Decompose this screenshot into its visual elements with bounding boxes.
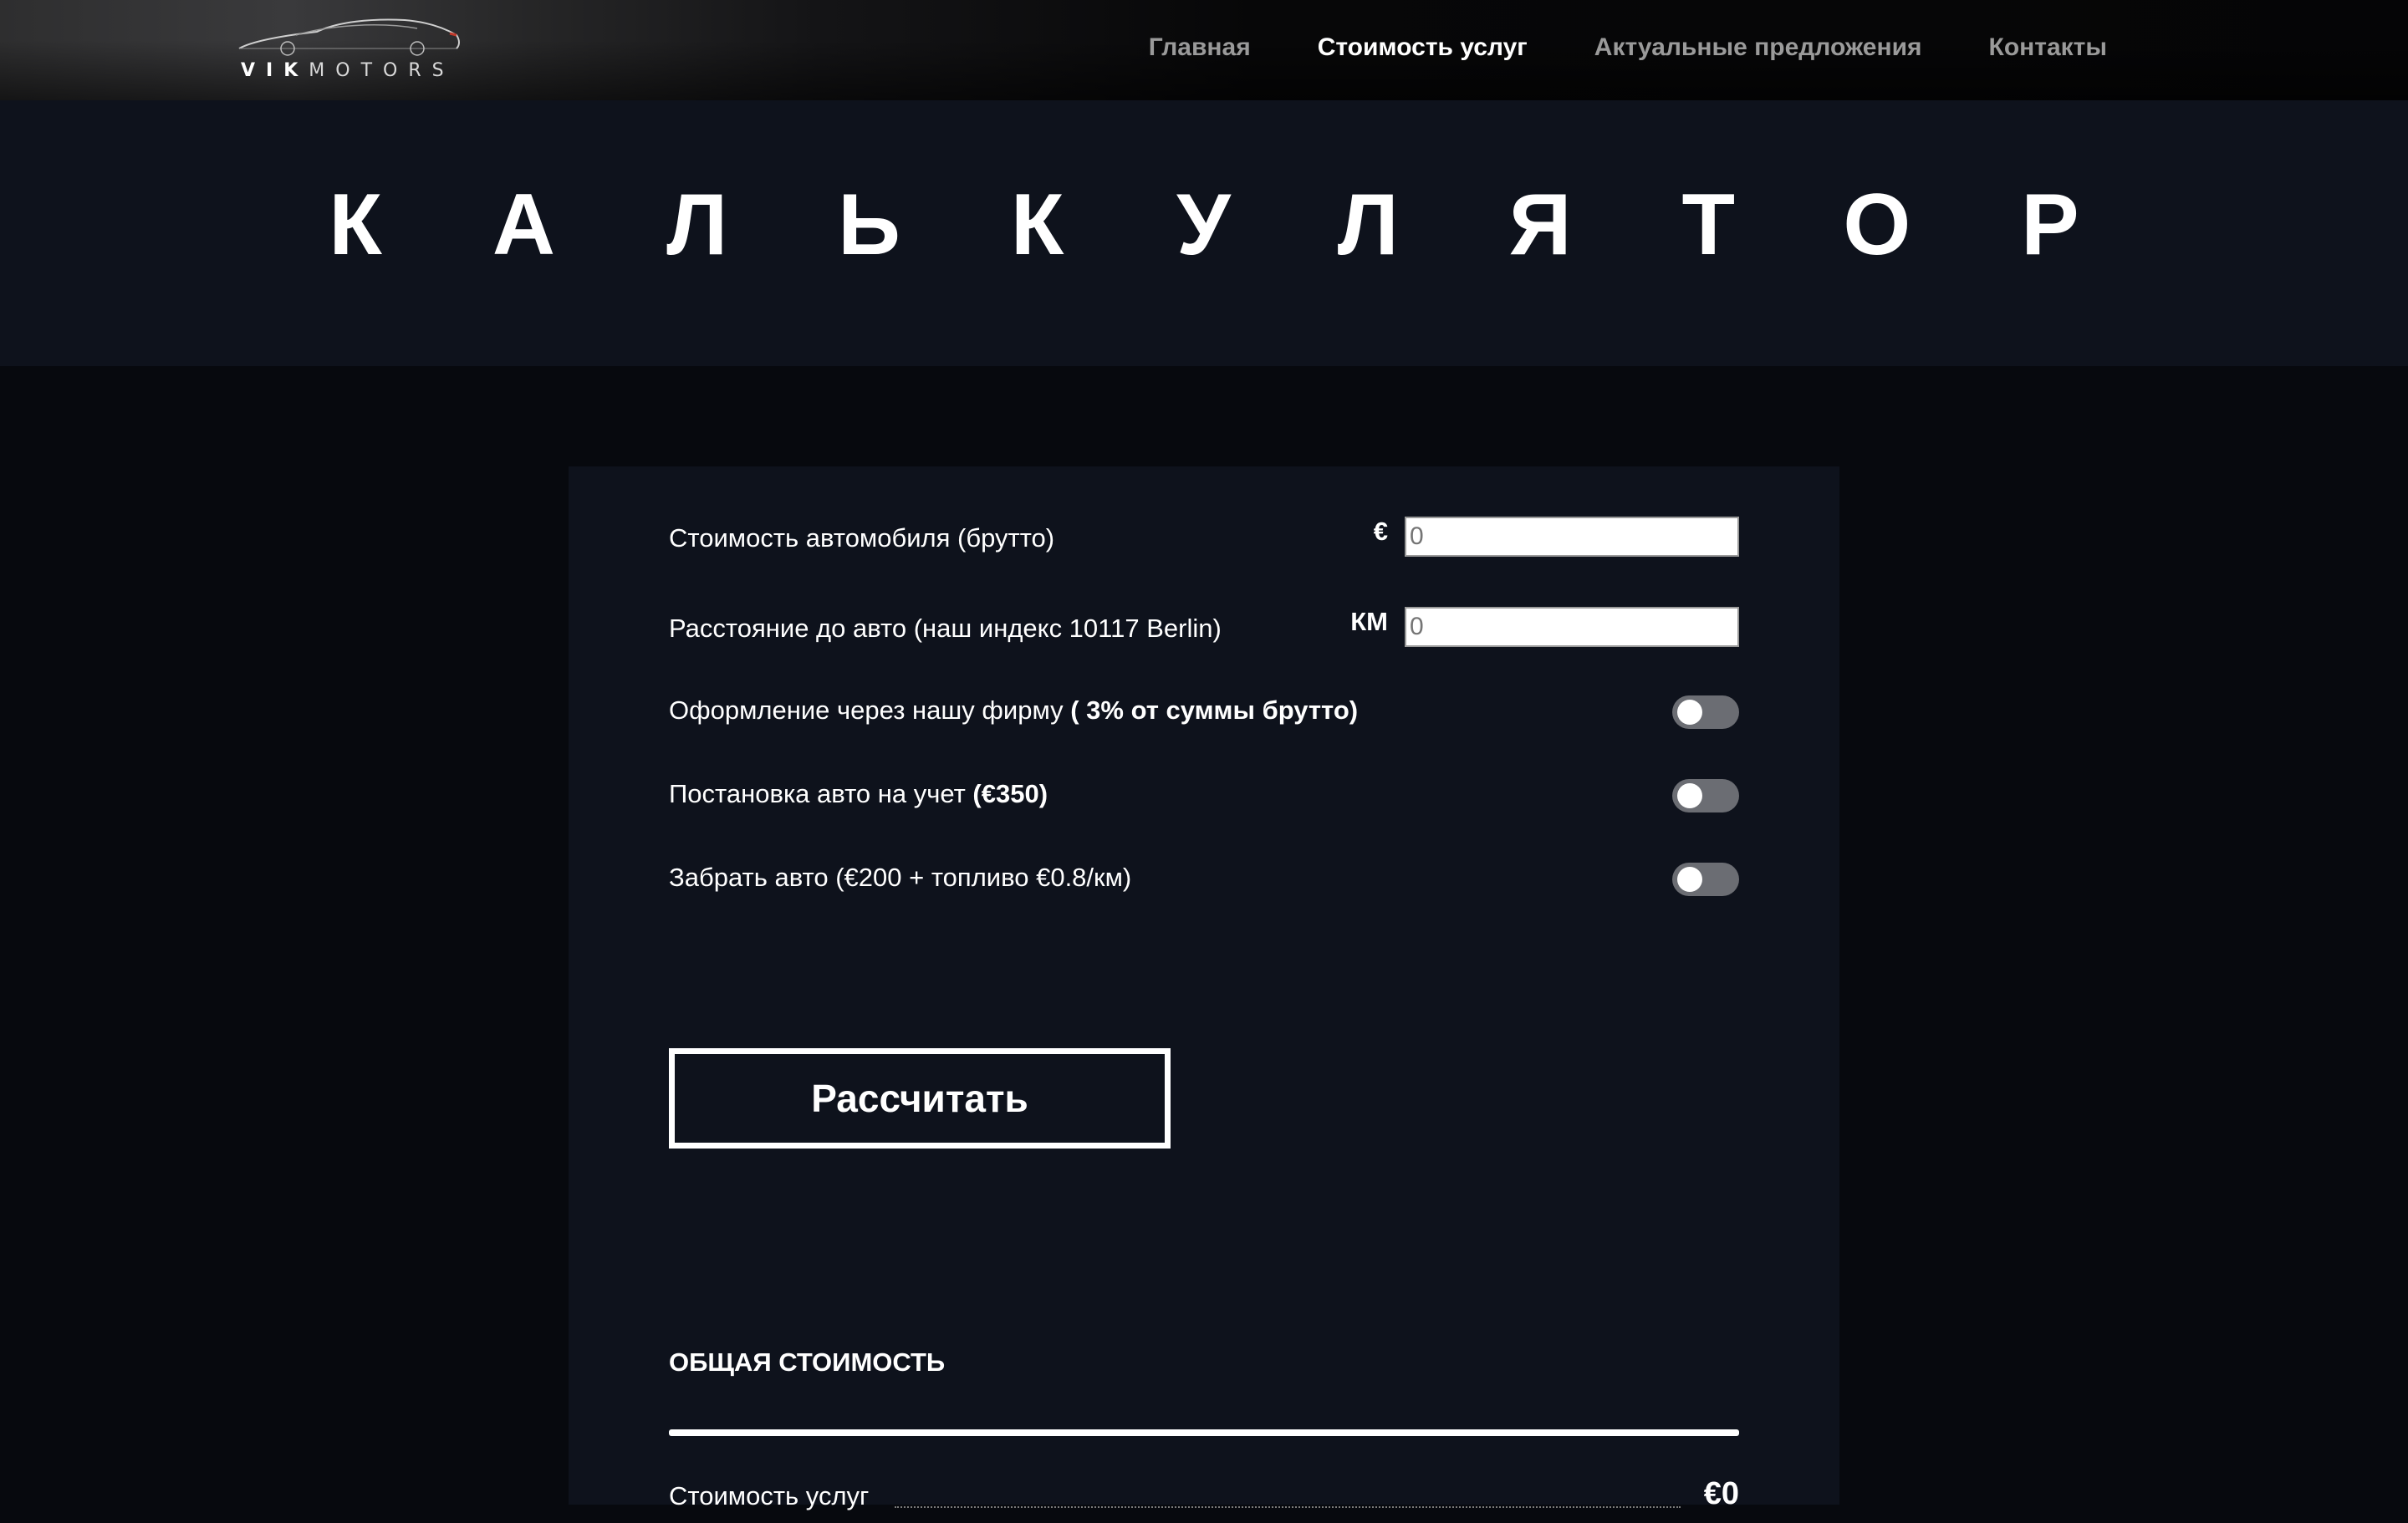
nav-link-contacts[interactable]: Контакты: [1989, 33, 2107, 62]
registration-firm-row: Оформление через нашу фирму ( 3% от сумм…: [669, 689, 1739, 731]
services-cost-row: Стоимость услуг €0: [669, 1476, 1739, 1523]
pickup-toggle[interactable]: [1672, 863, 1739, 896]
distance-label: Расстояние до авто (наш индекс 10117 Ber…: [669, 614, 1222, 643]
dotted-leader: [895, 1506, 1681, 1508]
logo-wordmark: VIKMOTORS: [241, 60, 455, 81]
calculate-button[interactable]: Рассчитать: [669, 1048, 1171, 1149]
km-unit: КМ: [1350, 607, 1388, 636]
divider: [669, 1429, 1739, 1436]
logo[interactable]: VIKMOTORS: [237, 15, 472, 85]
site-header: VIKMOTORS Главная Стоимость услуг Актуал…: [0, 0, 2408, 100]
distance-input[interactable]: [1405, 607, 1739, 647]
total-cost-heading: ОБЩАЯ СТОИМОСТЬ: [669, 1347, 946, 1377]
registration-label-bold: (€350): [972, 779, 1048, 808]
registration-firm-label: Оформление через нашу фирму ( 3% от сумм…: [669, 695, 1358, 726]
nav-link-home[interactable]: Главная: [1149, 33, 1251, 62]
main-nav: Главная Стоимость услуг Актуальные предл…: [1149, 33, 2107, 62]
nav-link-services-cost[interactable]: Стоимость услуг: [1318, 33, 1528, 62]
calculator-card: Стоимость автомобиля (брутто) € Расстоян…: [569, 466, 1839, 1511]
euro-unit: €: [1373, 517, 1388, 546]
registration-label-text: Постановка авто на учет: [669, 779, 973, 808]
title-band: КАЛЬКУЛЯТОР: [0, 100, 2408, 366]
services-cost-value: €0: [1703, 1476, 1739, 1511]
distance-row: Расстояние до авто (наш индекс 10117 Ber…: [669, 607, 1739, 649]
car-price-label: Стоимость автомобиля (брутто): [669, 523, 1055, 553]
registration-firm-toggle[interactable]: [1672, 695, 1739, 729]
toggle-knob: [1677, 783, 1702, 808]
registration-toggle[interactable]: [1672, 779, 1739, 812]
car-price-row: Стоимость автомобиля (брутто) €: [669, 517, 1739, 558]
nav-link-offers[interactable]: Актуальные предложения: [1594, 33, 1922, 62]
services-cost-label: Стоимость услуг: [669, 1481, 870, 1510]
car-price-input[interactable]: [1405, 517, 1739, 557]
logo-brand-thin: MOTORS: [309, 60, 455, 81]
toggle-knob: [1677, 700, 1702, 725]
car-silhouette-icon: [238, 18, 460, 56]
pickup-row: Забрать авто (€200 + топливо €0.8/км): [669, 856, 1739, 898]
toggle-knob: [1677, 867, 1702, 892]
logo-brand-bold: VIK: [241, 60, 309, 81]
registration-firm-label-bold: ( 3% от суммы брутто): [1070, 695, 1359, 725]
registration-firm-label-text: Оформление через нашу фирму: [669, 695, 1071, 725]
pickup-label: Забрать авто (€200 + топливо €0.8/км): [669, 863, 1132, 892]
page-title: КАЛЬКУЛЯТОР: [329, 176, 2190, 273]
registration-row: Постановка авто на учет (€350): [669, 772, 1739, 814]
registration-label: Постановка авто на учет (€350): [669, 779, 1048, 809]
